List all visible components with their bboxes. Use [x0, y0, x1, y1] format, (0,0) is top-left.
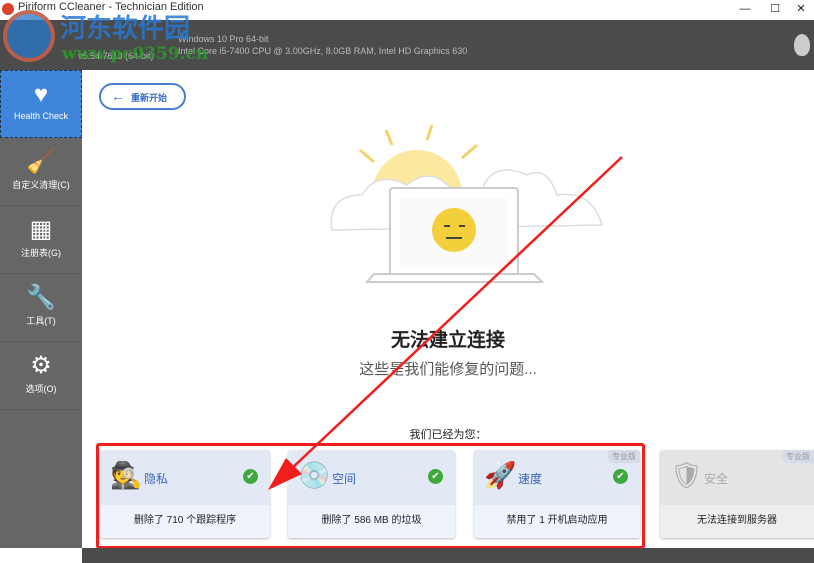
sidebar-item-label: 选项(O)	[25, 384, 57, 394]
no-connection-illustration	[330, 124, 603, 283]
sidebar-item-label: 注册表(G)	[21, 248, 61, 258]
restart-button[interactable]: ← 重新开始	[99, 83, 186, 110]
done-label: 我们已经为您：	[409, 429, 487, 441]
status-title: 无法建立连接	[390, 330, 505, 351]
title-bar: Piriform CCleaner - Technician Edition —…	[0, 0, 814, 20]
security-card[interactable]: 🛡 安全 专业版 无法连接到服务器	[660, 450, 814, 538]
version-info: v5.54.7613 (64-bit)	[78, 51, 154, 61]
card-result: 无法连接到服务器	[660, 505, 814, 538]
grid-icon: ▦	[29, 216, 53, 243]
gear-icon: ⚙	[30, 352, 52, 379]
annotation-highlight-box	[96, 443, 645, 549]
window-title: Piriform CCleaner - Technician Edition	[18, 1, 204, 13]
restart-label: 重新开始	[131, 93, 168, 103]
pro-badge: 专业版	[782, 450, 814, 463]
sidebar-item-label: 自定义清理(C)	[12, 180, 70, 190]
os-info: Windows 10 Pro 64-bit	[178, 34, 269, 44]
arrow-left-icon: ←	[111, 88, 125, 104]
sidebar-item-options[interactable]: ⚙ 选项(O)	[0, 342, 82, 410]
close-button[interactable]: ✕	[786, 0, 814, 20]
heart-check-icon: ♥	[33, 81, 49, 108]
pear-logo-icon	[794, 34, 810, 56]
card-label: 安全	[704, 472, 729, 486]
minimize-button[interactable]: —	[730, 0, 760, 20]
ccleaner-logo-icon	[2, 3, 14, 15]
sidebar-item-custom-clean[interactable]: 🧹 自定义清理(C)	[0, 138, 82, 206]
sidebar-item-label: Health Check	[13, 111, 69, 121]
sidebar-item-registry[interactable]: ▦ 注册表(G)	[0, 206, 82, 274]
hardware-info: Intel Core i5-7400 CPU @ 3.00GHz, 8.0GB …	[178, 46, 468, 56]
sidebar-item-health-check[interactable]: ♥ Health Check	[0, 70, 82, 138]
system-info-header: Windows 10 Pro 64-bit Intel Core i5-7400 …	[0, 20, 814, 70]
sidebar-item-label: 工具(T)	[26, 316, 56, 326]
shield-icon: 🛡	[670, 460, 704, 490]
status-subtitle: 这些是我们能修复的问题...	[359, 361, 537, 378]
neutral-face-icon	[432, 208, 476, 252]
sidebar: ♥ Health Check 🧹 自定义清理(C) ▦ 注册表(G) 🔧 工具(T) ⚙…	[0, 70, 82, 548]
status-bar	[82, 548, 814, 563]
sidebar-item-tools[interactable]: 🔧 工具(T)	[0, 274, 82, 342]
wrench-icon: 🔧	[26, 284, 56, 311]
broom-icon: 🧹	[26, 148, 56, 175]
